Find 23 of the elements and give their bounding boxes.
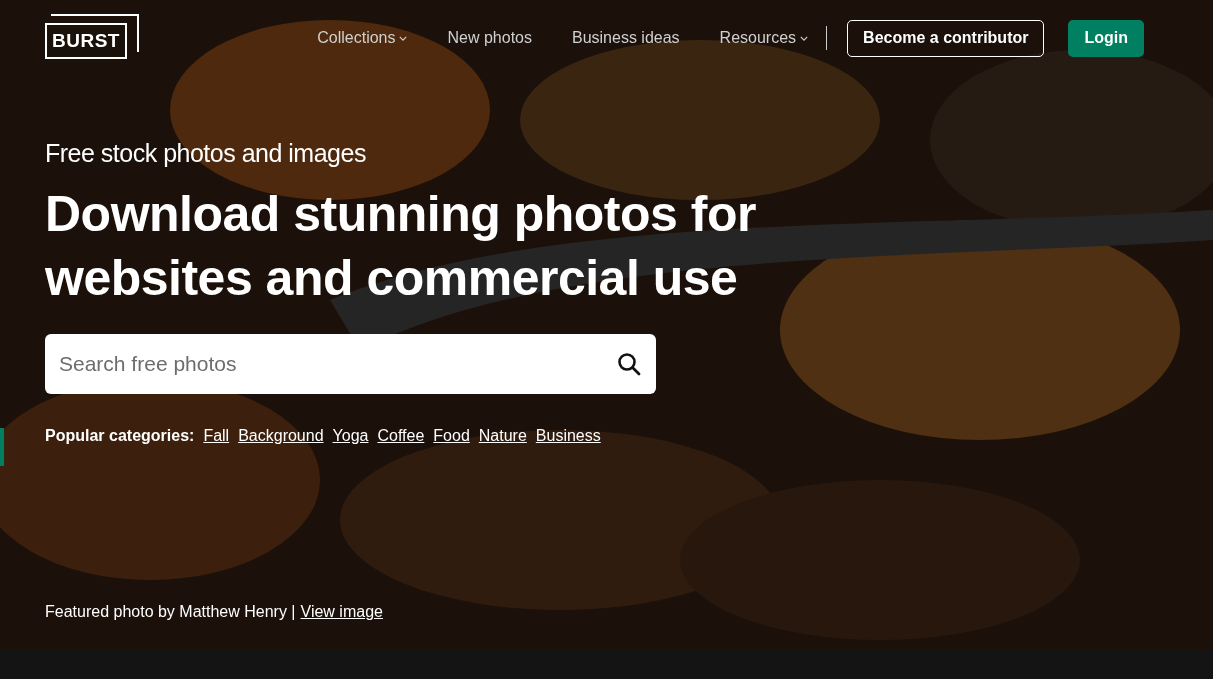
category-link[interactable]: Background xyxy=(238,427,324,445)
view-image-link[interactable]: View image xyxy=(300,603,383,621)
contributor-button[interactable]: Become a contributor xyxy=(847,19,1045,57)
category-link[interactable]: Fall xyxy=(203,427,230,445)
nav-link[interactable]: New photos xyxy=(447,29,532,47)
category-link[interactable]: Coffee xyxy=(377,427,425,445)
photo-credit: Featured photo by Matthew Henry | xyxy=(45,603,296,621)
hero-title: Download stunning photos for websites and commercial use xyxy=(45,185,757,308)
nav-link[interactable]: Business ideas xyxy=(572,29,680,47)
search-field[interactable]: Search free photos xyxy=(45,334,656,394)
side-indicator xyxy=(0,428,4,466)
caret-icon xyxy=(399,35,408,41)
category-link[interactable]: Yoga xyxy=(332,427,369,445)
nav-link[interactable]: Collections xyxy=(317,29,408,47)
caret-icon xyxy=(800,35,809,41)
search-icon[interactable] xyxy=(617,352,641,376)
popular-categories-label: Popular categories: xyxy=(45,427,195,445)
hero-subtitle: Free stock photos and images xyxy=(45,139,367,168)
category-link[interactable]: Nature xyxy=(478,427,527,445)
login-button[interactable]: Login xyxy=(1068,19,1144,57)
category-link[interactable]: Business xyxy=(535,427,601,445)
category-link[interactable]: Food xyxy=(433,427,470,445)
nav-link[interactable]: Resources xyxy=(719,29,809,47)
